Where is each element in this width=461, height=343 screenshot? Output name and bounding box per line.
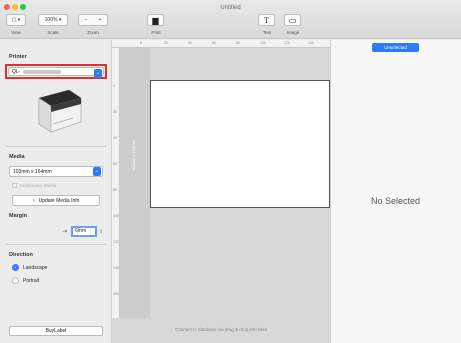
portrait-radio[interactable]: Portrait <box>12 277 39 284</box>
ruler-tick: 140 <box>113 266 119 270</box>
divider <box>6 244 106 245</box>
toolbar: Untitled ▢ ▾ 100% ▾ − + ▆ T ▭ View Scale… <box>0 0 461 39</box>
image-icon: ▭ <box>288 15 297 25</box>
update-media-info-button[interactable]: ○ Update Media Info <box>12 195 100 206</box>
printer-header: Printer <box>9 54 27 60</box>
zoom-in-button[interactable]: + <box>99 17 102 23</box>
buy-label-button[interactable]: BuyLabel <box>9 326 103 336</box>
text-icon: T <box>264 15 269 25</box>
printer-image <box>38 89 82 133</box>
ruler-tick: 20 <box>113 110 117 114</box>
label-paper[interactable] <box>150 80 330 208</box>
database-hint: Connect to database via drag & drop into… <box>174 327 268 332</box>
ruler-tick: 0 <box>113 84 115 88</box>
update-media-info-label: Update Media Info <box>38 197 80 204</box>
checkbox-box <box>12 183 17 188</box>
label-size-strip <box>120 48 150 318</box>
margin-stepper[interactable]: ⇕ <box>99 229 103 235</box>
margin-input[interactable]: 6mm <box>71 226 98 237</box>
landscape-radio[interactable]: Landscape <box>12 264 47 271</box>
window-title: Untitled <box>220 5 241 11</box>
ruler-tick: 20 <box>164 41 168 45</box>
view-button[interactable]: ▢ ▾ <box>6 14 26 26</box>
scale-label: Scale <box>47 30 59 35</box>
ruler-vertical: 0 20 40 60 80 100 120 140 160 <box>112 48 120 318</box>
portrait-label: Portrait <box>23 277 40 284</box>
ruler-tick: 100 <box>113 214 119 218</box>
ruler-tick: 60 <box>113 162 117 166</box>
direction-header: Direction <box>9 252 33 258</box>
scale-select[interactable]: 100% ▾ <box>38 14 68 26</box>
ruler-tick: 80 <box>113 188 117 192</box>
margin-icon: ⇥ <box>62 229 68 235</box>
view-label: View <box>11 30 21 35</box>
continuous-media-checkbox[interactable]: Continuous Media <box>12 183 56 188</box>
landscape-label: Landscape <box>23 264 48 271</box>
ruler-tick: 140 <box>308 41 314 45</box>
no-selection-message: No Selected <box>370 196 421 206</box>
printer-select[interactable]: QL- ⌄ <box>8 67 104 78</box>
ruler-tick: 80 <box>236 41 240 45</box>
divider <box>6 146 106 147</box>
zoom-label: Zoom <box>87 30 99 35</box>
text-label: Text <box>262 30 272 35</box>
printer-name-redacted <box>23 69 62 74</box>
ruler-horizontal: 0 20 40 60 80 100 120 140 <box>112 40 330 48</box>
ruler-tick: 100 <box>260 41 266 45</box>
radio-selected <box>12 264 19 271</box>
radio-unselected <box>12 277 19 284</box>
chevron-down-icon: ⌄ <box>94 69 102 78</box>
selection-button[interactable]: Unselected <box>372 43 419 52</box>
media-select[interactable]: 103mm x 164mm ⌄ <box>9 166 103 177</box>
ruler-tick: 160 <box>113 292 119 296</box>
chevron-down-icon: ⌄ <box>93 167 101 176</box>
print-label: Print <box>151 30 161 35</box>
margin-header: Margin <box>9 213 28 219</box>
label-size-text: 103mm x 164mm <box>131 140 136 171</box>
image-button[interactable]: ▭ <box>284 14 301 26</box>
media-value: 103mm x 164mm <box>13 169 52 175</box>
printer-icon: ▆ <box>152 15 159 25</box>
zoom-out-button[interactable]: − <box>85 17 88 23</box>
printer-select-highlight: QL- ⌄ <box>5 64 107 79</box>
ruler-tick: 60 <box>212 41 216 45</box>
text-button[interactable]: T <box>258 14 275 26</box>
ruler-tick: 40 <box>188 41 192 45</box>
ruler-tick: 0 <box>140 41 142 45</box>
refresh-icon: ○ <box>32 197 36 204</box>
printer-value: QL- <box>12 68 21 75</box>
inspector-panel <box>330 40 461 343</box>
ruler-tick: 120 <box>113 240 119 244</box>
media-header: Media <box>9 154 25 160</box>
continuous-media-label: Continuous Media <box>20 183 57 188</box>
image-label: Image <box>286 30 300 35</box>
ruler-tick: 120 <box>284 41 290 45</box>
ruler-tick: 40 <box>113 136 117 140</box>
margin-control: ⇥ 6mm ⇕ <box>62 226 103 237</box>
zoom-control: − + <box>78 14 108 26</box>
print-button[interactable]: ▆ <box>147 14 164 26</box>
